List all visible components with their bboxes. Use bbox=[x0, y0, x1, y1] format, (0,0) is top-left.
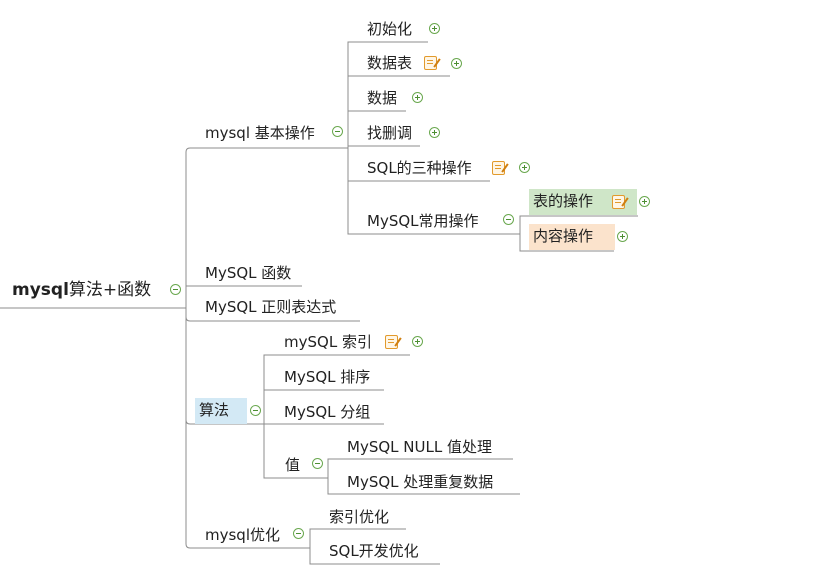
node-data[interactable]: 数据 bbox=[363, 86, 401, 110]
node-mysql-dup[interactable]: MySQL 处理重复数据 bbox=[343, 470, 497, 494]
node-sql-three-ops[interactable]: SQL的三种操作 bbox=[363, 156, 476, 180]
node-basic-ops[interactable]: mysql 基本操作 bbox=[201, 121, 319, 145]
node-init[interactable]: 初始化 bbox=[363, 17, 416, 41]
node-mysql-sort[interactable]: MySQL 排序 bbox=[280, 365, 374, 389]
expand-toggle-content-ops[interactable] bbox=[617, 231, 628, 242]
node-algorithm-label: 算法 bbox=[199, 401, 230, 419]
node-sql-dev-opt[interactable]: SQL开发优化 bbox=[325, 539, 423, 563]
note-icon-data-table[interactable] bbox=[424, 56, 437, 70]
collapse-toggle-root[interactable] bbox=[170, 284, 181, 295]
collapse-toggle-mysql-common-ops[interactable] bbox=[503, 214, 514, 225]
expand-toggle-find-delete-update[interactable] bbox=[429, 127, 440, 138]
node-table-ops-label: 表的操作 bbox=[533, 192, 594, 210]
collapse-toggle-value[interactable] bbox=[312, 458, 323, 469]
node-algorithm[interactable]: 算法 bbox=[195, 398, 247, 424]
node-find-delete-update[interactable]: 找删调 bbox=[363, 121, 416, 145]
root-node-rest: 算法+函数 bbox=[68, 280, 152, 300]
node-mysql-func[interactable]: MySQL 函数 bbox=[201, 261, 295, 285]
collapse-toggle-basic-ops[interactable] bbox=[332, 126, 343, 137]
collapse-toggle-mysql-opt[interactable] bbox=[293, 528, 304, 539]
node-mysql-common-ops[interactable]: MySQL常用操作 bbox=[363, 209, 483, 233]
node-mysql-opt[interactable]: mysql优化 bbox=[201, 523, 284, 547]
node-mysql-null[interactable]: MySQL NULL 值处理 bbox=[343, 435, 496, 459]
expand-toggle-mysql-index[interactable] bbox=[412, 336, 423, 347]
expand-toggle-data-table[interactable] bbox=[451, 58, 462, 69]
expand-toggle-init[interactable] bbox=[429, 23, 440, 34]
node-value[interactable]: 值 bbox=[281, 453, 304, 477]
note-icon-sql-three-ops[interactable] bbox=[492, 161, 505, 175]
root-node[interactable]: mysql算法+函数 bbox=[8, 277, 155, 303]
node-data-table[interactable]: 数据表 bbox=[363, 51, 416, 75]
node-mysql-group[interactable]: MySQL 分组 bbox=[280, 400, 374, 424]
collapse-toggle-algorithm[interactable] bbox=[250, 405, 261, 416]
note-icon-table-ops[interactable] bbox=[612, 195, 625, 209]
node-content-ops-label: 内容操作 bbox=[533, 227, 594, 245]
node-content-ops[interactable]: 内容操作 bbox=[529, 224, 615, 250]
expand-toggle-data[interactable] bbox=[412, 92, 423, 103]
root-node-bold: mysql bbox=[12, 280, 69, 300]
expand-toggle-table-ops[interactable] bbox=[639, 196, 650, 207]
node-mysql-index[interactable]: mySQL 索引 bbox=[280, 330, 376, 354]
expand-toggle-sql-three-ops[interactable] bbox=[519, 162, 530, 173]
node-mysql-regex[interactable]: MySQL 正则表达式 bbox=[201, 295, 340, 319]
node-index-opt[interactable]: 索引优化 bbox=[325, 505, 393, 529]
note-icon-mysql-index[interactable] bbox=[385, 335, 398, 349]
